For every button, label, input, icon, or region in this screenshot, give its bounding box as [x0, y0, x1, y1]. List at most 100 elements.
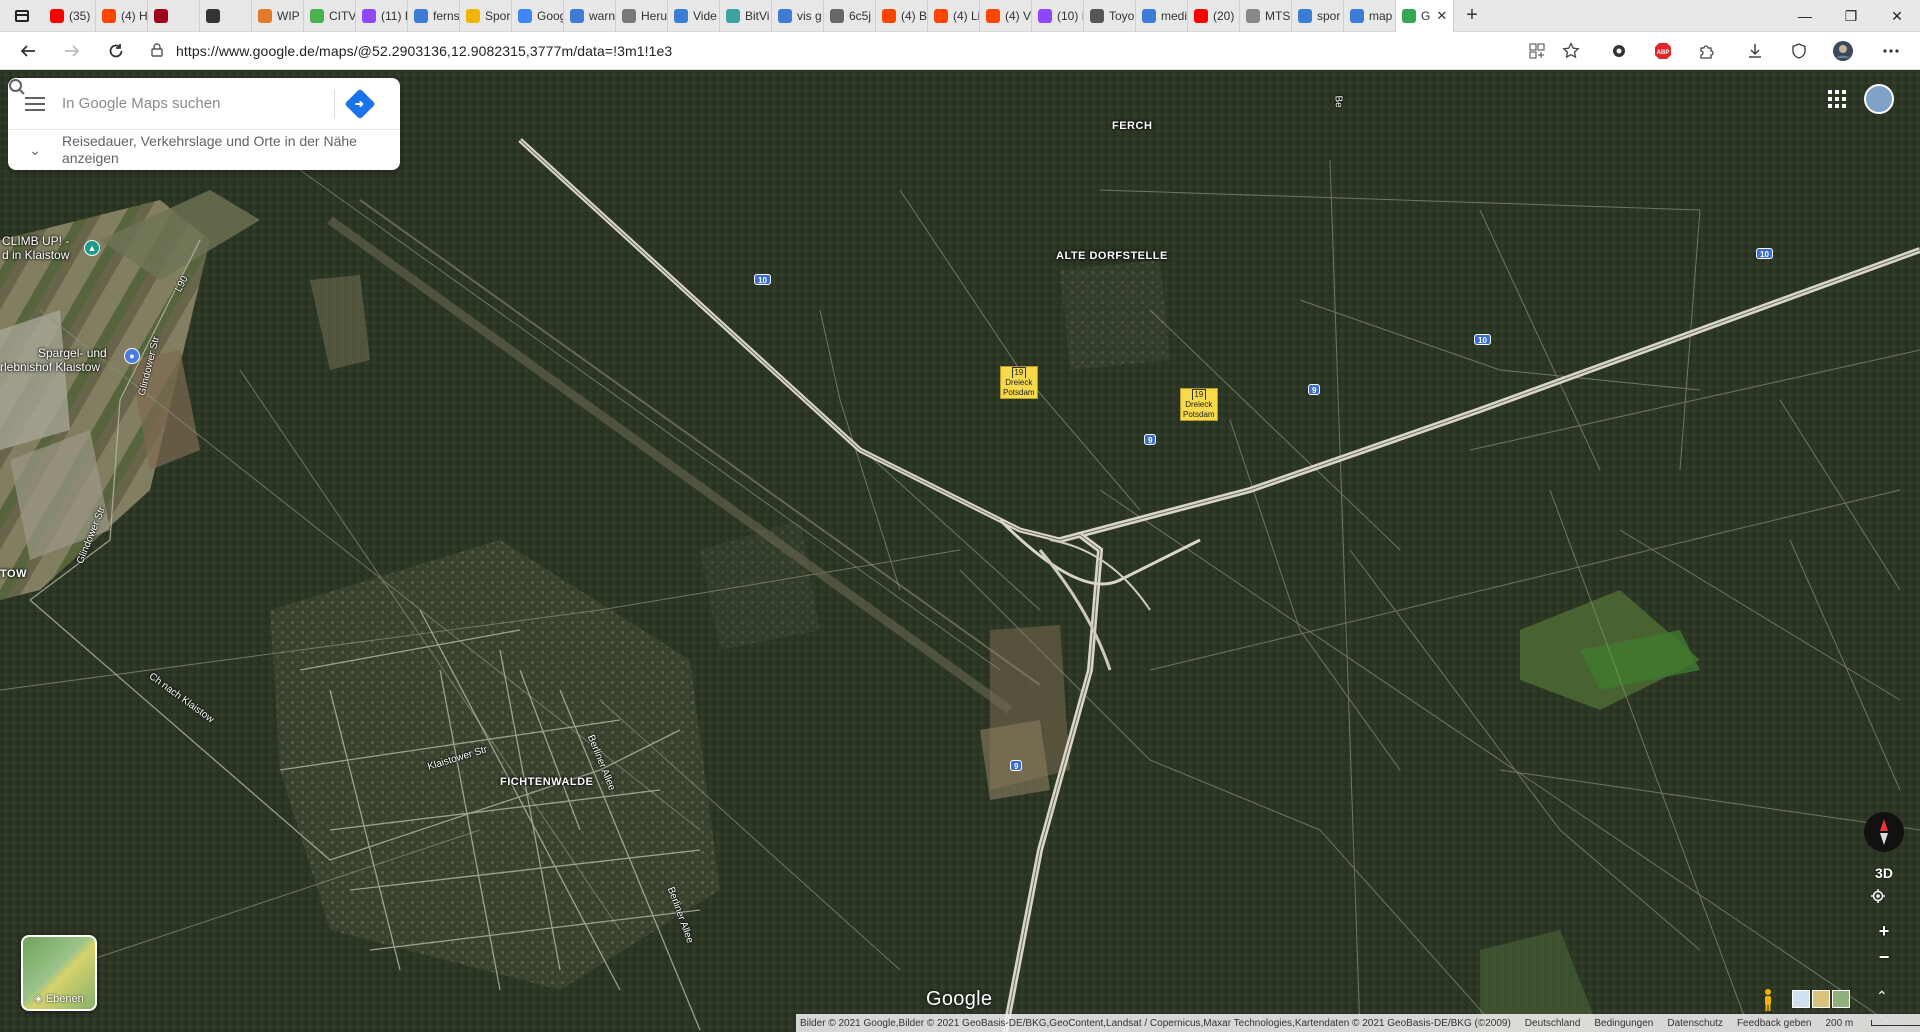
back-arrow-icon: [20, 45, 35, 57]
nearby-info-text[interactable]: Reisedauer, Verkehrslage und Orte in der…: [62, 133, 382, 167]
browser-tab[interactable]: Vide: [668, 0, 720, 32]
address-bar[interactable]: https://www.google.de/maps/@52.2903136,1…: [146, 36, 1556, 66]
poi-climb-up-line1: CLIMB UP! -: [2, 234, 70, 248]
extension-icon[interactable]: [1608, 40, 1630, 62]
junction-label-dreieck-potsdam[interactable]: 19 Dreieck Potsdam: [1000, 366, 1038, 399]
map-thumbnail[interactable]: [1792, 990, 1810, 1008]
map-canvas[interactable]: FERCH ALTE DORFSTELLE FICHTENWALDE TOW C…: [0, 70, 1920, 1032]
browser-tab[interactable]: spor: [1292, 0, 1344, 32]
globe-thumbnail[interactable]: [1832, 990, 1850, 1008]
zoom-in-button[interactable]: +: [1870, 918, 1898, 944]
chevron-down-icon[interactable]: ⌄: [8, 142, 62, 159]
tab-title: warn: [589, 8, 616, 23]
zoom-out-button[interactable]: −: [1870, 944, 1898, 970]
close-window-button[interactable]: ✕: [1874, 0, 1920, 32]
scale-bar[interactable]: 200 m: [1825, 1018, 1920, 1029]
place-label-tow[interactable]: TOW: [0, 568, 27, 580]
reload-button[interactable]: [96, 32, 136, 70]
browser-tab[interactable]: ferns: [408, 0, 460, 32]
browser-tab[interactable]: Heru: [616, 0, 668, 32]
tab-favicon-icon: [1038, 8, 1052, 23]
browser-tab[interactable]: [148, 0, 200, 32]
browser-tab[interactable]: (4) H: [96, 0, 148, 32]
search-input[interactable]: [62, 95, 292, 112]
poi-climb-up-label[interactable]: CLIMB UP! - d in Klaistow: [2, 234, 69, 262]
tab-favicon-icon: [986, 8, 1000, 23]
terms-link[interactable]: Bedingungen: [1594, 1018, 1653, 1029]
junction-name-line2: Potsdam: [1183, 410, 1215, 419]
browser-tab[interactable]: G ✕: [1396, 0, 1454, 32]
back-button[interactable]: [8, 32, 48, 70]
google-apps-icon[interactable]: [1828, 90, 1846, 108]
browser-tab[interactable]: CITV: [304, 0, 356, 32]
imagery-thumbnails[interactable]: [1792, 990, 1850, 1008]
browser-tab[interactable]: (11) I: [356, 0, 408, 32]
forward-button[interactable]: [52, 32, 92, 70]
account-avatar[interactable]: [1864, 84, 1894, 114]
compass-icon[interactable]: [1864, 812, 1904, 852]
browser-tab[interactable]: (4) B: [876, 0, 928, 32]
browser-tab[interactable]: Spor: [460, 0, 512, 32]
privacy-link[interactable]: Datenschutz: [1667, 1018, 1723, 1029]
browser-tab[interactable]: WIP: [252, 0, 304, 32]
more-icon[interactable]: [1880, 40, 1902, 62]
tab-title: Spor: [485, 8, 511, 23]
tab-title: BitVi: [745, 8, 770, 23]
url-text[interactable]: https://www.google.de/maps/@52.2903136,1…: [176, 43, 672, 59]
browser-tab[interactable]: 6c5j: [824, 0, 876, 32]
browser-tab[interactable]: Goog: [512, 0, 564, 32]
new-tab-button[interactable]: +: [1454, 0, 1490, 32]
nearby-row[interactable]: ⌄ Reisedauer, Verkehrslage und Orte in d…: [8, 130, 400, 170]
shield-icon[interactable]: [1788, 40, 1810, 62]
route-shield-a10: 10: [1756, 248, 1773, 259]
tab-title: medi: [1161, 8, 1188, 23]
browser-tab[interactable]: (4) V: [980, 0, 1032, 32]
browser-tab[interactable]: warn: [564, 0, 616, 32]
tab-actions-menu-icon[interactable]: [0, 0, 44, 32]
browser-tab[interactable]: Toyo: [1084, 0, 1136, 32]
my-location-icon[interactable]: [1870, 888, 1898, 914]
tab-title: WIP: [277, 8, 300, 23]
puzzle-icon[interactable]: [1696, 40, 1718, 62]
minimize-button[interactable]: —: [1782, 0, 1828, 32]
tab-title: CITV: [329, 8, 356, 23]
browser-tab[interactable]: medi: [1136, 0, 1188, 32]
browser-tab[interactable]: (35): [44, 0, 96, 32]
favorite-star-icon[interactable]: [1560, 40, 1582, 62]
shopping-pin-icon[interactable]: ●: [124, 348, 140, 364]
climbing-pin-icon[interactable]: ▲: [84, 240, 100, 256]
pegman-icon[interactable]: [1762, 988, 1774, 1012]
junction-number: 19: [1011, 367, 1026, 378]
place-label-fichtenwalde[interactable]: FICHTENWALDE: [500, 776, 593, 788]
browser-tab[interactable]: BitVi: [720, 0, 772, 32]
profile-icon[interactable]: [1832, 40, 1854, 62]
browser-tab[interactable]: MTS: [1240, 0, 1292, 32]
terrain-thumbnail[interactable]: [1812, 990, 1830, 1008]
menu-icon[interactable]: [8, 96, 62, 111]
browser-tab[interactable]: (10) I: [1032, 0, 1084, 32]
poi-spargelhof-label[interactable]: Spargel- und rlebnishof Klaistow: [0, 346, 107, 374]
tab-favicon-icon: [466, 8, 480, 23]
3d-toggle-button[interactable]: 3D: [1870, 860, 1898, 886]
expand-icon[interactable]: ⌃: [1876, 988, 1888, 1005]
lock-icon[interactable]: [146, 42, 168, 60]
layers-button[interactable]: ◈ Ebenen: [21, 935, 97, 1011]
route-shield-a10: 10: [754, 274, 771, 285]
download-icon[interactable]: [1744, 40, 1766, 62]
place-label-alte-dorfstelle[interactable]: ALTE DORFSTELLE: [1056, 250, 1168, 262]
feedback-link[interactable]: Feedback geben: [1737, 1018, 1812, 1029]
junction-label-dreieck-potsdam[interactable]: 19 Dreieck Potsdam: [1180, 388, 1218, 421]
browser-tab[interactable]: vis g: [772, 0, 824, 32]
browser-tab[interactable]: map: [1344, 0, 1396, 32]
browser-tab[interactable]: [200, 0, 252, 32]
split-view-icon[interactable]: [1526, 40, 1548, 62]
browser-toolbar: https://www.google.de/maps/@52.2903136,1…: [0, 32, 1920, 70]
close-tab-icon[interactable]: ✕: [1436, 8, 1447, 24]
place-label-ferch[interactable]: FERCH: [1112, 120, 1152, 132]
country-link[interactable]: Deutschland: [1525, 1018, 1581, 1029]
maximize-button[interactable]: ❐: [1828, 0, 1874, 32]
directions-icon[interactable]: ➜: [344, 87, 376, 120]
browser-tab[interactable]: (4) Li: [928, 0, 980, 32]
adblock-icon[interactable]: ABP: [1652, 40, 1674, 62]
browser-tab[interactable]: (20): [1188, 0, 1240, 32]
